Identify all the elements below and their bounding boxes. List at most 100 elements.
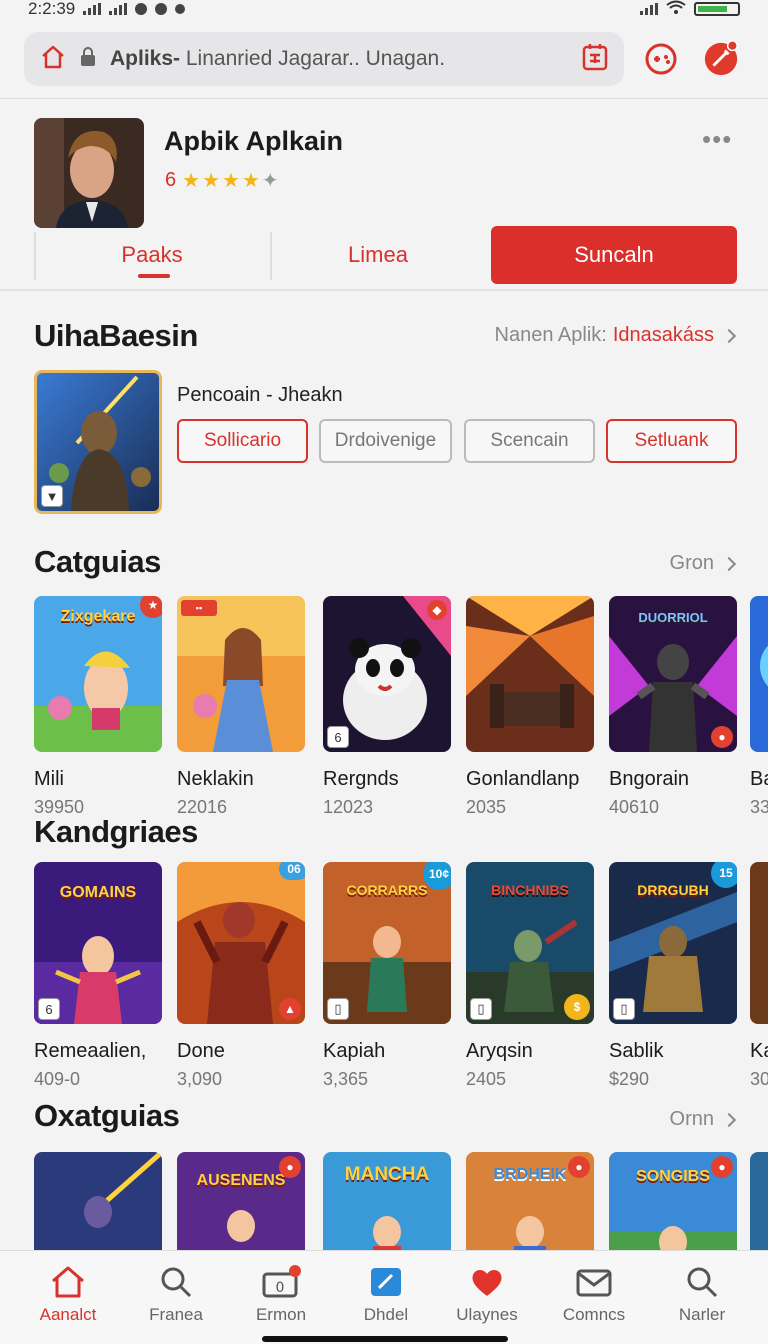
nav-item-notifications[interactable]: 0 Ermon (226, 1265, 336, 1325)
link-label: Nanen Aplik: (494, 324, 607, 346)
game-name: Mili (34, 768, 64, 790)
section-see-all-link[interactable]: Nanen Aplik: Idnasakáss (494, 324, 737, 347)
app-rating: 6 ★ ★ ★ ★ ✦ (165, 168, 279, 193)
star-icon: ★ (182, 170, 201, 192)
fire-icon: ▲ (279, 998, 301, 1020)
game-card[interactable]: ◆ 6 Rergnds 12023 (323, 596, 451, 818)
notification-icon-2 (155, 3, 168, 15)
section-divider (0, 289, 768, 291)
url-text[interactable]: Apliks- Linanried Jagarar.. Unagan. (110, 47, 568, 71)
top-divider (0, 98, 768, 99)
game-card[interactable]: MANCHA (323, 1152, 451, 1250)
status-left: 2:2:39 (28, 0, 186, 19)
search-icon (687, 1267, 718, 1298)
game-art: AUSENENS ● (177, 1152, 305, 1250)
nav-item-explore[interactable]: Narler (647, 1265, 757, 1325)
game-count: 3,090 (177, 1069, 223, 1089)
game-card[interactable]: SONGIBS ● (609, 1152, 737, 1250)
game-card[interactable]: Ka 30 (750, 862, 768, 1090)
nav-item-search[interactable]: Franea (121, 1265, 231, 1325)
nav-label: Dhdel (363, 1305, 409, 1324)
game-card[interactable]: AUSENENS ● (177, 1152, 305, 1250)
chevron-right-icon (721, 556, 737, 571)
section-see-all-link[interactable]: Gron (669, 552, 737, 575)
address-bar[interactable]: Apliks- Linanried Jagarar.. Unagan. (24, 32, 624, 86)
camera-icon: 0 (262, 1265, 301, 1298)
game-name: Sablik (609, 1040, 664, 1062)
featured-subtitle: Pencoain - Jheakn (177, 384, 343, 406)
game-card[interactable]: Gonlandlanp 2035 (466, 596, 594, 818)
cell-signal-icon (640, 3, 658, 15)
section-title: UihaBaesin (34, 318, 198, 353)
game-card[interactable]: DRRGUBH 15 ▯ Sablik $290 (609, 862, 737, 1090)
star-icon: ★ (222, 170, 240, 192)
game-card[interactable]: BRDHEIK ● (466, 1152, 594, 1250)
game-card[interactable]: Zixgekare ★ Mili 39950 (34, 596, 162, 818)
game-count: 409-0 (34, 1069, 81, 1089)
game-card[interactable]: 06 ▲ Done 3,090 (177, 862, 305, 1090)
filter-chip[interactable]: Drdoivenige (319, 419, 452, 463)
app-icon[interactable] (34, 118, 144, 228)
featured-game-thumbnail[interactable]: ▼ (34, 370, 162, 514)
game-art: SONGIBS ● (609, 1152, 737, 1250)
game-card[interactable]: Ba 33 (750, 596, 768, 818)
edit-icon[interactable] (702, 40, 740, 78)
card-row: AUSENENS ● MANCHA BRDHEIK ● SONGIBS ● (34, 1152, 768, 1250)
rating-value: 6 (165, 169, 177, 191)
game-art (750, 1152, 768, 1250)
game-art: ▪▪ (177, 596, 305, 752)
game-art: CORRARRS 10¢ ▯ (323, 862, 451, 1024)
game-name: Bngorain (609, 768, 690, 790)
game-art (750, 862, 768, 1024)
game-controller-icon[interactable] (642, 40, 680, 78)
nav-label: Ulaynes (456, 1305, 518, 1324)
game-name: Rergnds (323, 768, 399, 790)
game-card[interactable]: GOMAINS 6 Remeaalien, 409-0 (34, 862, 162, 1090)
game-card[interactable]: ▪▪ Neklakin 22016 (177, 596, 305, 818)
nav-item-create[interactable]: Dhdel (331, 1265, 441, 1325)
filter-chip[interactable]: Scencain (464, 419, 595, 463)
tab-limea[interactable]: Limea (270, 226, 486, 284)
game-card[interactable]: BINCHNIBS ▯ $ Aryqsin 2405 (466, 862, 594, 1090)
platform-badge-icon: ▼ (41, 485, 63, 507)
game-name: Ba (750, 768, 768, 790)
game-name: Remeaalien, (34, 1040, 147, 1062)
game-art-title: MANCHA (344, 1164, 430, 1185)
game-art (34, 1152, 162, 1250)
notification-icon (135, 3, 148, 15)
game-card[interactable]: CORRARRS 10¢ ▯ Kapiah 3,365 (323, 862, 451, 1090)
game-name: Done (177, 1040, 225, 1062)
platform-badge-icon: 6 (327, 726, 349, 748)
section-see-all-link[interactable]: Ornn (670, 1108, 737, 1131)
heart-icon (472, 1269, 502, 1296)
bottom-navigation: Aanalct Franea 0 Ermon Dhdel Ulaynes Com… (0, 1250, 768, 1344)
status-time: 2:2:39 (28, 0, 76, 18)
badge-icon: ● (711, 726, 733, 748)
game-name: Aryqsin (466, 1040, 533, 1062)
url-rest: Linanried Jagarar.. Unagan. (185, 47, 446, 70)
card-row: Zixgekare ★ Mili 39950 ▪▪ Neklakin 22016… (34, 596, 768, 846)
game-art: Zixgekare ★ (34, 596, 162, 752)
nav-item-favorites[interactable]: Ulaynes (432, 1265, 542, 1325)
home-indicator (262, 1336, 508, 1342)
home-icon[interactable] (40, 44, 66, 75)
game-art: BINCHNIBS ▯ $ (466, 862, 594, 1024)
battery-icon (694, 2, 740, 16)
game-card[interactable] (750, 1152, 768, 1250)
nav-label: Comncs (562, 1305, 626, 1324)
nav-item-messages[interactable]: Comncs (539, 1265, 649, 1325)
game-name: Gonlandlanp (466, 768, 580, 790)
tabs-icon[interactable] (582, 43, 608, 76)
section-title: Catguias (34, 544, 161, 579)
filter-chip[interactable]: Sollicario (177, 419, 308, 463)
primary-action-button[interactable]: Suncaln (491, 226, 737, 284)
more-options-icon[interactable]: ••• (702, 124, 732, 155)
nav-label: Narler (678, 1305, 726, 1324)
half-star-icon: ✦ (261, 170, 279, 192)
star-icon: ★ (202, 170, 220, 192)
game-card[interactable]: DUORRIOL ● Bngorain 40610 (609, 596, 737, 818)
game-card[interactable] (34, 1152, 162, 1250)
nav-item-home[interactable]: Aanalct (13, 1265, 123, 1325)
link-label: Gron (669, 552, 714, 574)
filter-chip[interactable]: Setluank (606, 419, 737, 463)
